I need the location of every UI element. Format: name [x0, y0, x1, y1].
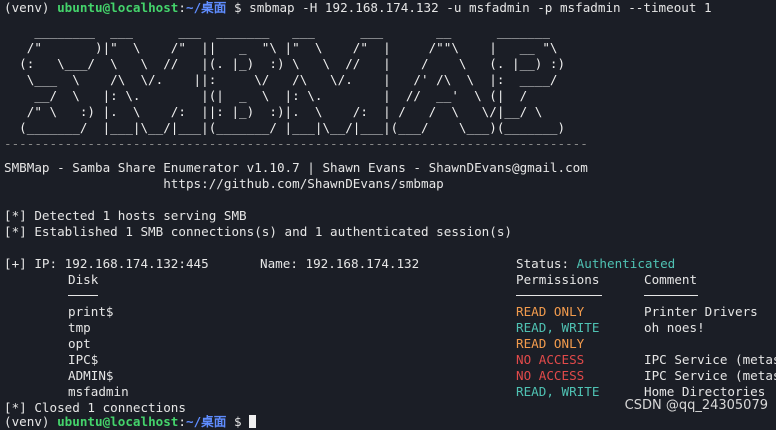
- banner-line: /" \ :) |. \ /: ||: |_) :)|. \ /: | / / …: [4, 104, 543, 119]
- prompt-userhost: ubuntu@localhost: [57, 414, 179, 429]
- tool-url: https://github.com/ShawnDEvans/smbmap: [4, 176, 444, 191]
- prompt-separator: :: [178, 0, 186, 15]
- prompt-path: ~/桌面: [186, 414, 227, 429]
- status-value: Authenticated: [576, 256, 676, 271]
- banner-line: (_______/ |___|\__/|___|(_______/ |___|\…: [4, 120, 566, 135]
- header-comment: Comment: [644, 272, 698, 287]
- command-text: smbmap -H 192.168.174.132 -u msfadmin -p…: [249, 0, 712, 15]
- banner-line: (: \___/ \ \ // |(. |_) :) \ \ // | / \ …: [4, 56, 566, 71]
- share-comment: Printer Drivers: [644, 304, 758, 319]
- prompt-userhost: ubuntu@localhost: [57, 0, 179, 15]
- share-name: ADMIN$: [68, 368, 114, 383]
- share-permission: NO ACCESS: [516, 368, 585, 383]
- venv-label: (venv): [4, 0, 58, 15]
- share-name: opt: [68, 336, 91, 351]
- terminal-cursor[interactable]: [249, 415, 257, 428]
- share-name: IPC$: [68, 352, 99, 367]
- comment-underline: [644, 295, 698, 296]
- share-permission: READ, WRITE: [516, 320, 600, 335]
- host-name: Name: 192.168.174.132: [260, 256, 420, 271]
- share-comment: oh noes!: [644, 320, 705, 335]
- disk-underline: [68, 295, 98, 296]
- session-message: [*] Established 1 SMB connections(s) and…: [4, 224, 512, 239]
- share-name: tmp: [68, 320, 91, 335]
- banner-line: /" )|" \ /" || _ "\ |" \ /" | /""\ | __ …: [4, 40, 558, 55]
- prompt-symbol: $: [226, 414, 250, 429]
- smbmap-ascii-banner: ________ ___ ___ _______ ___ ___ __ ____…: [4, 24, 565, 136]
- banner-line: ________ ___ ___ _______ ___ ___ __ ____…: [4, 24, 550, 39]
- tool-info: SMBMap - Samba Share Enumerator v1.10.7 …: [4, 160, 588, 175]
- share-permission: READ ONLY: [516, 336, 585, 351]
- prompt-symbol: $: [226, 0, 250, 15]
- share-permission: READ, WRITE: [516, 384, 600, 399]
- share-name: print$: [68, 304, 114, 319]
- detect-message: [*] Detected 1 hosts serving SMB: [4, 208, 247, 223]
- header-permissions: Permissions: [516, 272, 600, 287]
- share-name: msfadmin: [68, 384, 129, 399]
- prompt-path: ~/桌面: [186, 0, 227, 15]
- status-label: Status:: [516, 256, 577, 271]
- venv-label: (venv): [4, 414, 58, 429]
- share-permission: READ ONLY: [516, 304, 585, 319]
- next-prompt[interactable]: (venv) ubuntu@localhost:~/桌面 $: [4, 414, 257, 430]
- prompt-separator: :: [178, 414, 186, 429]
- share-permission: NO ACCESS: [516, 352, 585, 367]
- share-comment: IPC Service (metasploitable server (Samb…: [644, 352, 776, 367]
- permissions-underline: [516, 295, 602, 296]
- host-ip: [+] IP: 192.168.174.132:445: [4, 256, 209, 271]
- banner-line: \___ \ /\ \/. ||: \/ /\ \/. | /' /\ \ |:…: [4, 72, 558, 87]
- header-disk: Disk: [68, 272, 99, 287]
- csdn-watermark: CSDN @qq_24305079: [624, 398, 768, 413]
- host-status: Status: Authenticated: [516, 256, 675, 272]
- banner-line: __/ \ |: \. |(| _ \ |: \. | // __' \ (| …: [4, 88, 528, 103]
- command-line: (venv) ubuntu@localhost:~/桌面 $ smbmap -H…: [4, 0, 712, 16]
- banner-rule: ----------------------------------------…: [4, 140, 588, 148]
- share-comment: IPC Service (metasploitable server (Samb…: [644, 368, 776, 383]
